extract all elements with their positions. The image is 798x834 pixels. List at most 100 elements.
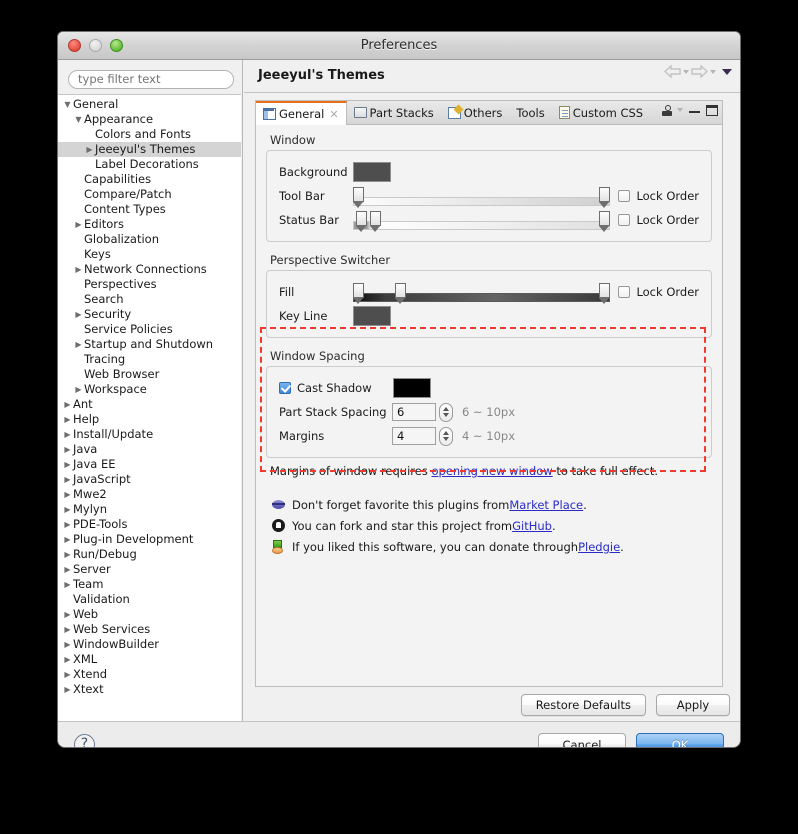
twisty-right-icon[interactable]: ▶ <box>62 637 73 652</box>
twisty-right-icon[interactable]: ▶ <box>62 412 73 427</box>
tree-item[interactable]: ▶Capabilities <box>58 172 241 187</box>
twisty-right-icon[interactable]: ▶ <box>62 517 73 532</box>
slider-handle[interactable] <box>598 187 611 208</box>
tree-item[interactable]: ▶ Xtext <box>58 682 241 697</box>
tab-tools[interactable]: Tools <box>509 101 551 124</box>
margins-arrows[interactable] <box>439 426 453 446</box>
restore-defaults-button[interactable]: Restore Defaults <box>520 694 646 716</box>
twisty-right-icon[interactable]: ▶ <box>62 607 73 622</box>
twisty-right-icon[interactable]: ▶ <box>62 502 73 517</box>
forward-arrow-button[interactable] <box>691 65 716 78</box>
view-menu-icon[interactable] <box>722 68 732 75</box>
twisty-right-icon[interactable]: ▶ <box>62 427 73 442</box>
tab-general[interactable]: General ✕ <box>256 101 347 125</box>
tree-item[interactable]: ▶ Team <box>58 577 241 592</box>
tree-item[interactable]: ▶ Web <box>58 607 241 622</box>
opening-new-window-link[interactable]: opening new window <box>431 464 552 478</box>
tree-item[interactable]: ▶Content Types <box>58 202 241 217</box>
twisty-down-icon[interactable]: ▼ <box>73 112 84 127</box>
cast-shadow-color-swatch[interactable] <box>393 378 431 398</box>
tree-item[interactable]: ▶Globalization <box>58 232 241 247</box>
twisty-right-icon[interactable]: ▶ <box>62 532 73 547</box>
tree-item[interactable]: ▶ Run/Debug <box>58 547 241 562</box>
tree-item[interactable]: ▶ PDE-Tools <box>58 517 241 532</box>
tab-part-stacks[interactable]: Part Stacks <box>347 101 441 124</box>
maximize-button[interactable] <box>110 39 123 52</box>
preferences-tree[interactable]: ▼General▼Appearance▶Colors and Fonts▶Jee… <box>58 94 241 721</box>
tree-item[interactable]: ▶ Ant <box>58 397 241 412</box>
slider-handle[interactable] <box>352 283 364 304</box>
twisty-right-icon[interactable]: ▶ <box>62 397 73 412</box>
minimize-button[interactable] <box>89 39 102 52</box>
twisty-right-icon[interactable]: ▶ <box>73 217 84 232</box>
fill-lock-order-checkbox[interactable] <box>618 286 631 298</box>
tree-item[interactable]: ▶ Help <box>58 412 241 427</box>
twisty-right-icon[interactable]: ▶ <box>73 337 84 352</box>
close-icon[interactable]: ✕ <box>329 108 338 121</box>
twisty-right-icon[interactable]: ▶ <box>62 577 73 592</box>
tree-item[interactable]: ▶ Install/Update <box>58 427 241 442</box>
tree-item[interactable]: ▶Compare/Patch <box>58 187 241 202</box>
tree-item[interactable]: ▶ Editors <box>58 217 241 232</box>
tree-item[interactable]: ▶ XML <box>58 652 241 667</box>
statusbar-lock-order-checkbox[interactable] <box>618 214 631 226</box>
tree-item[interactable]: ▶Validation <box>58 592 241 607</box>
slider-handle[interactable] <box>369 211 381 232</box>
twisty-right-icon[interactable]: ▶ <box>62 622 73 637</box>
close-button[interactable] <box>68 39 81 52</box>
search-input[interactable] <box>68 69 234 89</box>
tree-item[interactable]: ▼ Appearance <box>58 112 241 127</box>
twisty-right-icon[interactable]: ▶ <box>62 547 73 562</box>
maximize-icon[interactable] <box>706 104 718 116</box>
slider-handle[interactable] <box>394 283 406 304</box>
ok-button[interactable]: OK <box>636 733 724 747</box>
stepper-up-icon[interactable] <box>443 430 449 435</box>
tree-item[interactable]: ▶ Xtend <box>58 667 241 682</box>
cast-shadow-checkbox[interactable] <box>279 382 291 394</box>
tree-item[interactable]: ▶ Startup and Shutdown <box>58 337 241 352</box>
info-line-link[interactable]: GitHub <box>512 519 552 533</box>
tree-item[interactable]: ▶ Java EE <box>58 457 241 472</box>
tree-item[interactable]: ▶Tracing <box>58 352 241 367</box>
tree-item[interactable]: ▶ Java <box>58 442 241 457</box>
help-button[interactable]: ? <box>74 734 95 747</box>
twisty-right-icon[interactable]: ▶ <box>84 142 95 157</box>
twisty-right-icon[interactable]: ▶ <box>62 442 73 457</box>
info-line-link[interactable]: Pledgie <box>578 540 620 554</box>
tree-item[interactable]: ▶Keys <box>58 247 241 262</box>
tree-item[interactable]: ▶ Jeeeyul's Themes <box>58 142 241 157</box>
stepper-up-icon[interactable] <box>443 406 449 411</box>
info-line-link[interactable]: Market Place <box>509 498 583 512</box>
tree-item[interactable]: ▶Perspectives <box>58 277 241 292</box>
tree-item[interactable]: ▶ JavaScript <box>58 472 241 487</box>
twisty-right-icon[interactable]: ▶ <box>73 262 84 277</box>
tab-custom-css[interactable]: Custom CSS <box>552 101 650 124</box>
tree-item[interactable]: ▶Colors and Fonts <box>58 127 241 142</box>
tree-item[interactable]: ▶ Plug-in Development <box>58 532 241 547</box>
tree-item[interactable]: ▶ Mylyn <box>58 502 241 517</box>
twisty-down-icon[interactable]: ▼ <box>62 97 73 112</box>
twisty-right-icon[interactable]: ▶ <box>73 307 84 322</box>
slider-handle[interactable] <box>598 211 611 232</box>
background-color-swatch[interactable] <box>353 162 391 182</box>
tree-item[interactable]: ▼ General <box>58 97 241 112</box>
twisty-right-icon[interactable]: ▶ <box>73 382 84 397</box>
tree-item[interactable]: ▶Web Browser <box>58 367 241 382</box>
tree-item[interactable]: ▶ Network Connections <box>58 262 241 277</box>
fill-gradient-slider[interactable] <box>352 280 611 304</box>
statusbar-gradient-slider[interactable] <box>353 208 611 232</box>
twisty-right-icon[interactable]: ▶ <box>62 472 73 487</box>
twisty-right-icon[interactable]: ▶ <box>62 562 73 577</box>
apply-button[interactable]: Apply <box>656 694 730 716</box>
part-stack-spacing-arrows[interactable] <box>439 402 453 422</box>
tree-item[interactable]: ▶Search <box>58 292 241 307</box>
chevron-down-icon[interactable] <box>677 108 683 112</box>
tree-item[interactable]: ▶ WindowBuilder <box>58 637 241 652</box>
tree-item[interactable]: ▶ Workspace <box>58 382 241 397</box>
slider-handle[interactable] <box>355 211 367 232</box>
cancel-button[interactable]: Cancel <box>538 733 626 747</box>
part-stack-spacing-stepper[interactable] <box>392 402 453 422</box>
twisty-right-icon[interactable]: ▶ <box>62 682 73 697</box>
minimize-icon[interactable] <box>689 107 700 113</box>
hanger-icon[interactable] <box>660 104 674 116</box>
